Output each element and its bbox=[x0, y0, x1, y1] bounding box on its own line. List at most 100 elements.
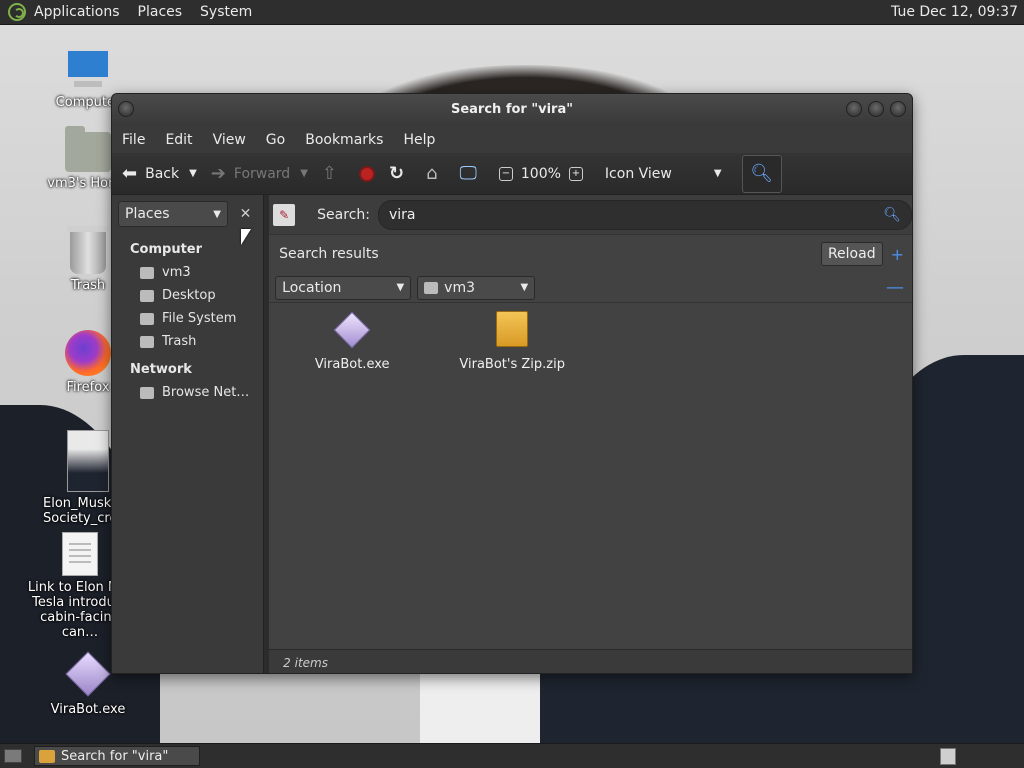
file-manager-window: Search for "vira" File Edit View Go Book… bbox=[111, 93, 913, 674]
content-pane: ✎ Search: vira 🔍︎ Search results Reload … bbox=[269, 195, 912, 673]
home-button[interactable]: ⌂ bbox=[426, 163, 445, 184]
menu-file[interactable]: File bbox=[122, 132, 145, 148]
refresh-icon: ↻ bbox=[389, 163, 405, 184]
chevron-down-icon: ▼ bbox=[520, 282, 529, 293]
clock[interactable]: Tue Dec 12, 09:37 bbox=[891, 4, 1018, 20]
file-name: ViraBot's Zip.zip bbox=[459, 357, 565, 372]
distro-logo-icon[interactable] bbox=[8, 3, 26, 21]
document-icon bbox=[62, 532, 98, 576]
reload-toolbar-button[interactable]: ↻ bbox=[389, 163, 412, 184]
search-query: vira bbox=[389, 206, 416, 223]
reload-button[interactable]: Reload bbox=[820, 242, 883, 266]
wallpaper-collar bbox=[540, 665, 880, 743]
sidebar-item-label: Browse Net… bbox=[162, 385, 250, 400]
view-mode-label: Icon View bbox=[604, 165, 672, 182]
menu-view[interactable]: View bbox=[213, 132, 246, 148]
remove-criterion-icon[interactable]: — bbox=[886, 277, 904, 298]
search-results-header: Search results Reload + bbox=[269, 235, 912, 273]
menu-go[interactable]: Go bbox=[266, 132, 285, 148]
sidebar-item-label: vm3 bbox=[162, 265, 191, 280]
up-button[interactable]: ⇧ bbox=[322, 163, 345, 184]
computer-icon: 🖵 bbox=[459, 163, 477, 184]
trash-icon bbox=[140, 335, 154, 348]
window-menu-button[interactable] bbox=[118, 101, 134, 117]
sidebar-item-label: File System bbox=[162, 311, 237, 326]
menu-edit[interactable]: Edit bbox=[165, 132, 192, 148]
search-folder-icon bbox=[39, 749, 55, 763]
criterion-location-combo[interactable]: vm3 ▼ bbox=[417, 275, 536, 300]
forward-button[interactable]: ➔ Forward ▼ bbox=[211, 163, 308, 184]
computer-button[interactable]: 🖵 bbox=[460, 163, 485, 184]
stop-icon bbox=[359, 165, 375, 182]
stop-button[interactable] bbox=[359, 165, 375, 182]
sidebar-item-filesystem[interactable]: File System bbox=[112, 307, 263, 330]
search-icon: 🔍︎ bbox=[750, 163, 773, 184]
add-criterion-icon[interactable]: + bbox=[891, 245, 904, 264]
network-icon bbox=[140, 386, 154, 399]
close-sidebar-icon[interactable]: ✕ bbox=[234, 202, 257, 226]
window-title: Search for "vira" bbox=[450, 102, 574, 117]
sidebar-item-label: Trash bbox=[162, 334, 197, 349]
sidebar-selector[interactable]: Places ▼ bbox=[118, 201, 228, 227]
menu-places[interactable]: Places bbox=[138, 4, 183, 20]
sidebar-item-trash[interactable]: Trash bbox=[112, 330, 263, 353]
close-button[interactable] bbox=[890, 101, 906, 117]
menu-applications[interactable]: Applications bbox=[34, 4, 120, 20]
sidebar-selector-label: Places bbox=[125, 206, 170, 222]
home-folder-icon bbox=[424, 281, 439, 294]
menu-system[interactable]: System bbox=[200, 4, 252, 20]
home-folder-icon bbox=[140, 266, 154, 279]
edit-query-icon[interactable]: ✎ bbox=[273, 203, 296, 226]
sidebar-item-vm3[interactable]: vm3 bbox=[112, 261, 263, 284]
maximize-button[interactable] bbox=[868, 101, 884, 117]
search-label: Search: bbox=[317, 206, 370, 223]
sidebar-item-label: Desktop bbox=[162, 288, 216, 303]
bottom-panel: Search for "vira" bbox=[0, 743, 1024, 768]
menu-bookmarks[interactable]: Bookmarks bbox=[305, 132, 383, 148]
criterion-type-combo[interactable]: Location ▼ bbox=[275, 275, 412, 300]
search-icon[interactable]: 🔍︎ bbox=[883, 207, 901, 223]
criterion-location-label: vm3 bbox=[444, 279, 476, 296]
criterion-type-label: Location bbox=[282, 279, 342, 296]
menubar: File Edit View Go Bookmarks Help bbox=[112, 126, 912, 153]
workspace-switcher[interactable] bbox=[940, 747, 956, 765]
window-titlebar[interactable]: Search for "vira" bbox=[112, 94, 912, 126]
search-toggle-button[interactable]: 🔍︎ bbox=[741, 154, 782, 193]
search-input[interactable]: vira 🔍︎ bbox=[378, 199, 912, 230]
search-results-title: Search results bbox=[279, 246, 379, 262]
sidebar-item-desktop[interactable]: Desktop bbox=[112, 284, 263, 307]
search-criterion-row: Location ▼ vm3 ▼ — bbox=[269, 273, 912, 303]
top-panel: Applications Places System Tue Dec 12, 0… bbox=[0, 0, 1024, 25]
zoom-level[interactable]: 100% bbox=[521, 166, 561, 182]
places-header: Places ▼ ✕ bbox=[112, 195, 263, 233]
forward-label: Forward bbox=[233, 165, 291, 182]
view-mode-combo[interactable]: Icon View ▼ bbox=[605, 166, 722, 182]
chevron-down-icon[interactable]: ▼ bbox=[300, 168, 308, 179]
sidebar-item-browse-network[interactable]: Browse Net… bbox=[112, 381, 263, 404]
chevron-down-icon: ▼ bbox=[213, 208, 221, 220]
image-thumbnail-icon bbox=[67, 430, 109, 492]
mouse-pointer-icon bbox=[241, 229, 251, 245]
file-item-virabot-zip[interactable]: ViraBot's Zip.zip bbox=[437, 307, 587, 372]
taskbar-window-button[interactable]: Search for "vira" bbox=[34, 746, 200, 766]
file-icon-grid: ViraBot.exe ViraBot's Zip.zip bbox=[269, 307, 912, 637]
file-name: ViraBot.exe bbox=[314, 357, 390, 372]
executable-icon bbox=[65, 651, 111, 697]
show-desktop-icon[interactable] bbox=[4, 749, 22, 763]
zoom-out-icon[interactable]: − bbox=[498, 166, 513, 181]
back-button[interactable]: ⬅ Back ▼ bbox=[122, 163, 197, 184]
file-item-virabot-exe[interactable]: ViraBot.exe bbox=[277, 307, 427, 372]
desktop-folder-icon bbox=[140, 289, 154, 302]
executable-icon bbox=[333, 311, 371, 349]
back-label: Back bbox=[145, 165, 180, 182]
chevron-down-icon[interactable]: ▼ bbox=[189, 168, 197, 179]
desktop-icon-label: ViraBot.exe bbox=[50, 702, 126, 717]
zoom-in-icon[interactable]: + bbox=[568, 166, 583, 181]
window-body: Places ▼ ✕ Computer vm3 Desktop File Sys… bbox=[112, 195, 912, 673]
home-folder-icon bbox=[65, 126, 111, 172]
minimize-button[interactable] bbox=[846, 101, 862, 117]
drive-icon bbox=[140, 312, 154, 325]
menu-help[interactable]: Help bbox=[403, 132, 435, 148]
arrow-up-icon: ⇧ bbox=[321, 163, 337, 184]
arrow-right-icon: ➔ bbox=[210, 163, 226, 184]
